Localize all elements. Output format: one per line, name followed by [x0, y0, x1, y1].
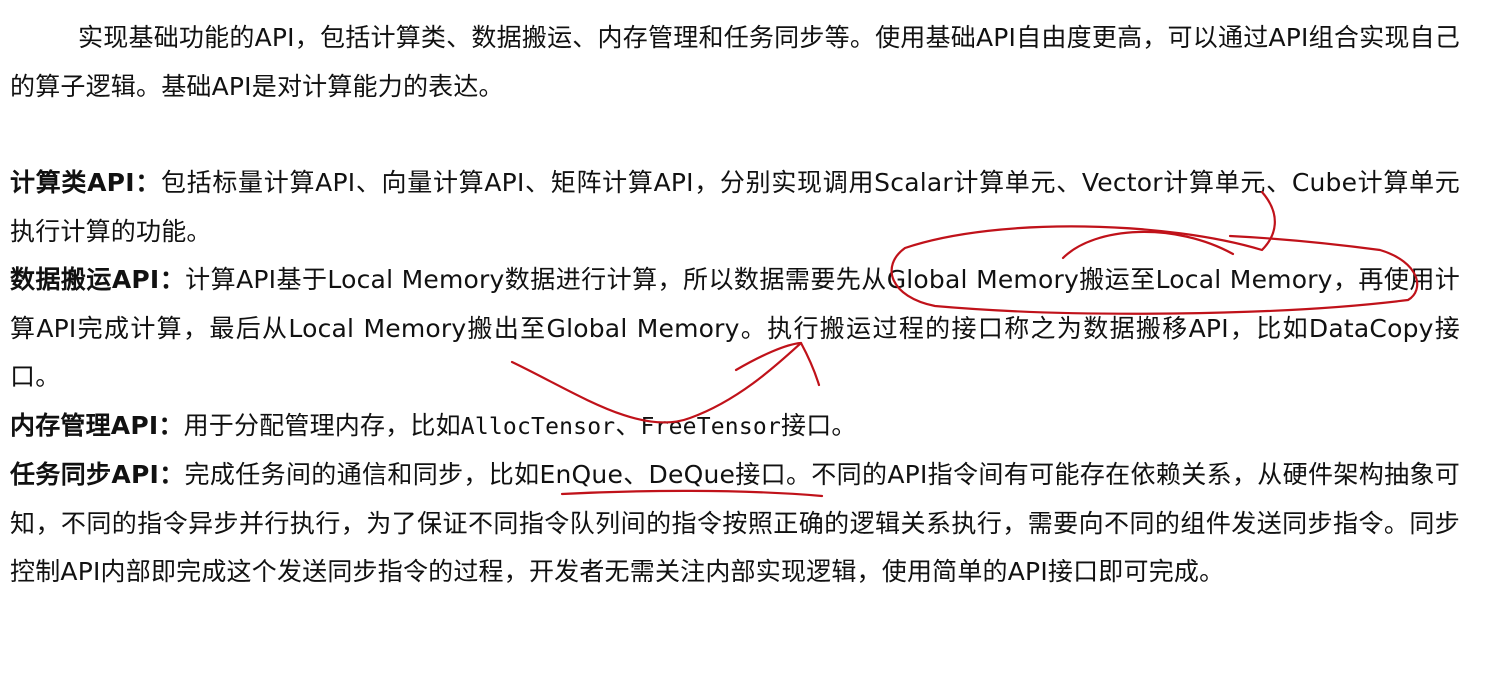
- free-tensor-code: FreeTensor: [640, 413, 781, 440]
- sync-api-paragraph: 任务同步API：完成任务间的通信和同步，比如EnQue、DeQue接口。不同的A…: [10, 451, 1460, 597]
- document-body: 实现基础功能的API，包括计算类、数据搬运、内存管理和任务同步等。使用基础API…: [10, 14, 1460, 597]
- memory-api-prefix: 用于分配管理内存，比如: [183, 410, 461, 440]
- data-move-api-term: 数据搬运API：: [10, 265, 186, 294]
- compute-api-description: 包括标量计算API、向量计算API、矩阵计算API，分别实现调用Scalar计算…: [10, 168, 1461, 246]
- memory-api-suffix: 接口。: [781, 410, 857, 440]
- compute-api-term: 计算类API：: [10, 168, 161, 197]
- sync-api-description: 完成任务间的通信和同步，比如EnQue、DeQue接口。不同的API指令间有可能…: [10, 460, 1460, 586]
- data-move-api-paragraph: 数据搬运API：计算API基于Local Memory数据进行计算，所以数据需要…: [10, 256, 1460, 402]
- data-move-api-description: 计算API基于Local Memory数据进行计算，所以数据需要先从Global…: [10, 265, 1460, 391]
- compute-api-paragraph: 计算类API：包括标量计算API、向量计算API、矩阵计算API，分别实现调用S…: [10, 159, 1460, 256]
- sync-api-term: 任务同步API：: [10, 460, 185, 489]
- memory-api-separator: 、: [615, 410, 641, 440]
- intro-text: 实现基础功能的API，包括计算类、数据搬运、内存管理和任务同步等。使用基础API…: [10, 23, 1460, 101]
- alloc-tensor-code: AllocTensor: [460, 413, 616, 440]
- intro-paragraph: 实现基础功能的API，包括计算类、数据搬运、内存管理和任务同步等。使用基础API…: [10, 14, 1460, 111]
- memory-api-term: 内存管理API：: [10, 410, 184, 440]
- memory-api-paragraph: 内存管理API：用于分配管理内存，比如AllocTensor、FreeTenso…: [10, 402, 1460, 452]
